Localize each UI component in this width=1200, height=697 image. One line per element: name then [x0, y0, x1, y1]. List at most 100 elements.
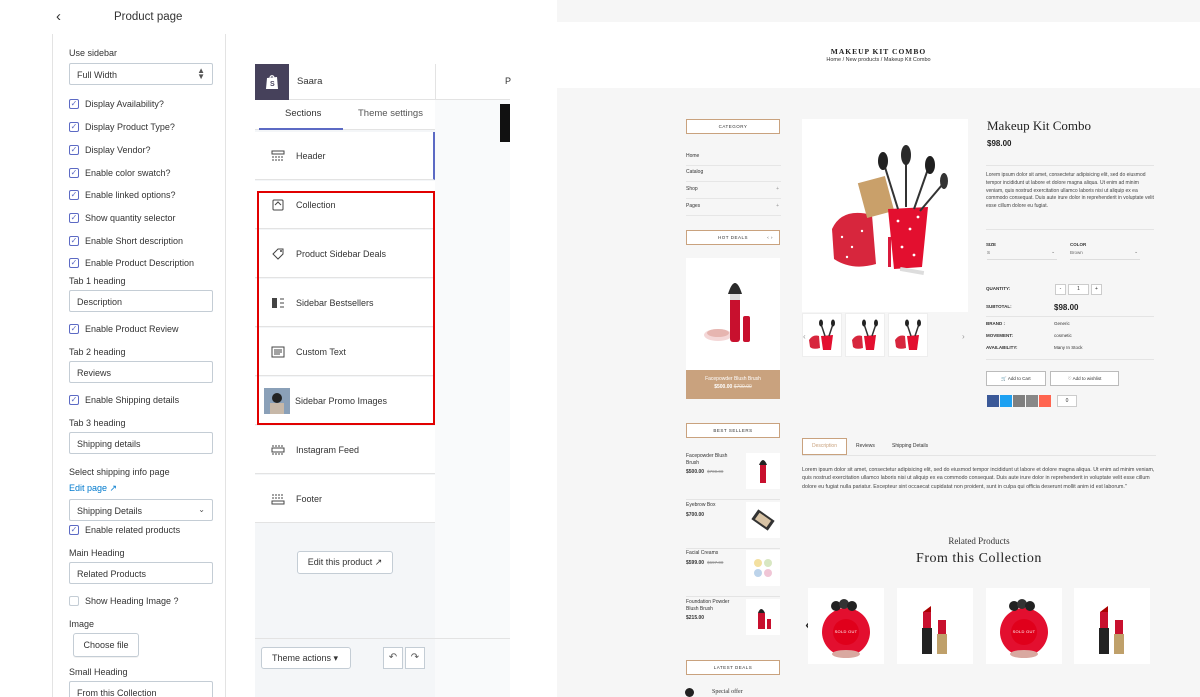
product-thumbnail[interactable] — [888, 313, 928, 357]
enable-review-checkbox[interactable]: ✓ Enable Product Review — [69, 324, 179, 334]
best-sellers-title: BEST SELLERS — [686, 423, 780, 438]
best-seller-item[interactable]: Facial Creams $599.00 $697.00 — [686, 550, 780, 597]
best-seller-item[interactable]: Foundation Powder Blush Brush $215.00 — [686, 599, 780, 643]
related-product-card[interactable]: SOLD OUT — [986, 588, 1062, 664]
category-item[interactable]: Pages + — [686, 200, 781, 216]
breadcrumb[interactable]: Home / New products / Makeup Kit Combo — [557, 57, 1200, 63]
share-plus-icon[interactable] — [1039, 395, 1051, 407]
best-seller-name: Foundation Powder Blush Brush — [686, 599, 730, 612]
chevron-left-icon[interactable]: ‹ — [56, 8, 61, 25]
add-to-cart-button[interactable]: 🛒 Add to Cart — [986, 371, 1046, 386]
theme-actions-button[interactable]: Theme actions ▾ — [261, 647, 351, 669]
main-product-image[interactable] — [802, 119, 968, 312]
tab2-heading-input[interactable]: Reviews — [69, 361, 213, 383]
product-thumbnail[interactable] — [802, 313, 842, 357]
section-item[interactable]: Custom Text — [255, 328, 435, 376]
setting-checkbox[interactable]: ✓ Display Vendor? — [69, 145, 151, 155]
tab1-heading-input[interactable]: Description — [69, 290, 213, 312]
chevron-down-icon: ⌄ — [198, 505, 205, 514]
latest-deal-name[interactable]: Special offer — [712, 689, 743, 695]
main-heading-input[interactable]: Related Products — [69, 562, 213, 584]
setting-checkbox[interactable]: ✓ Enable Short description — [69, 236, 183, 246]
setting-checkbox[interactable]: ✓ Enable color swatch? — [69, 168, 171, 178]
edit-product-button[interactable]: Edit this product ↗ — [297, 551, 393, 574]
checkbox-empty-icon: ✓ — [69, 596, 79, 606]
best-seller-item[interactable]: Facepowder Blush Brush $500.00 $700.00 — [686, 453, 780, 500]
qty-input[interactable]: 1 — [1068, 284, 1089, 295]
section-item[interactable]: Sidebar Bestsellers — [255, 279, 435, 327]
choose-file-button[interactable]: Choose file — [73, 633, 139, 657]
select-shipping-label: Select shipping info page — [69, 467, 170, 477]
tab3-heading-input[interactable]: Shipping details — [69, 432, 213, 454]
category-label: Home — [686, 153, 700, 159]
tab-description[interactable]: Description — [802, 438, 847, 455]
related-product-card[interactable] — [1074, 588, 1150, 664]
settings-title: Product page — [114, 11, 183, 23]
text-block-icon — [271, 346, 285, 358]
tab-theme-settings[interactable]: Theme settings — [358, 108, 423, 119]
print-icon[interactable] — [1013, 395, 1025, 407]
edit-page-link[interactable]: Edit page ↗ — [69, 483, 117, 494]
qty-plus-button[interactable]: + — [1091, 284, 1102, 295]
show-heading-image-checkbox[interactable]: ✓ Show Heading Image ? — [69, 596, 179, 606]
enable-related-checkbox[interactable]: ✓ Enable related products — [69, 525, 180, 535]
expand-plus-icon[interactable]: + — [776, 200, 779, 212]
best-seller-image[interactable] — [746, 550, 780, 586]
category-item[interactable]: Shop + — [686, 183, 781, 199]
hot-deal-caption[interactable]: Facepowder Blush Brush $500.00 $700.00 — [686, 370, 780, 399]
svg-text:S: S — [270, 81, 275, 88]
redo-icon[interactable]: ↷ — [405, 647, 425, 669]
best-seller-item[interactable]: Eyebrow Box $700.00 — [686, 502, 780, 549]
qty-minus-button[interactable]: - — [1055, 284, 1066, 295]
twitter-icon[interactable] — [1000, 395, 1012, 407]
setting-checkbox[interactable]: ✓ Enable Product Description — [69, 258, 194, 268]
image-label: Image — [69, 619, 95, 629]
caret-down-icon: ▾ — [333, 653, 339, 663]
best-seller-price: $500.00 — [686, 469, 705, 475]
section-item[interactable]: Sidebar Promo Images — [255, 377, 435, 425]
divider — [986, 229, 1154, 230]
shipping-page-select[interactable]: Shipping Details ⌄ — [69, 499, 213, 521]
section-item[interactable]: Collection — [255, 181, 435, 229]
tab-shipping-details[interactable]: Shipping Details — [892, 443, 928, 449]
email-icon[interactable] — [1026, 395, 1038, 407]
brand-value: Generic — [1054, 321, 1070, 326]
section-item[interactable]: Instagram Feed — [255, 426, 435, 474]
category-item[interactable]: Home — [686, 150, 781, 166]
use-sidebar-select[interactable]: Full Width ▲ ▼ — [69, 63, 213, 85]
edit-product-label: Edit this product — [307, 557, 373, 567]
color-select[interactable]: Brown ⌄ — [1070, 249, 1140, 260]
product-thumbnail[interactable] — [845, 313, 885, 357]
enable-shipping-checkbox[interactable]: ✓ Enable Shipping details — [69, 395, 179, 405]
carousel-arrows-icon[interactable]: ‹ › — [767, 231, 773, 244]
setting-checkbox[interactable]: ✓ Display Availability? — [69, 99, 164, 109]
hot-deal-image[interactable] — [686, 258, 780, 370]
size-select[interactable]: S ⌄ — [987, 249, 1057, 260]
best-seller-image[interactable] — [746, 599, 780, 635]
best-seller-image[interactable] — [746, 453, 780, 489]
category-item[interactable]: Catalog — [686, 166, 781, 182]
small-heading-input[interactable]: From this Collection — [69, 681, 213, 697]
thumb-prev-icon[interactable]: ‹ — [803, 332, 806, 341]
tab-sections[interactable]: Sections — [285, 108, 321, 119]
subtotal-label: SUBTOTAL: — [986, 304, 1012, 309]
add-to-wishlist-button[interactable]: ♡ Add to wishlist — [1050, 371, 1119, 386]
setting-checkbox[interactable]: ✓ Show quantity selector — [69, 213, 176, 223]
expand-plus-icon[interactable]: + — [776, 183, 779, 195]
tab-reviews[interactable]: Reviews — [856, 443, 875, 449]
setting-checkbox[interactable]: ✓ Display Product Type? — [69, 122, 175, 132]
shopify-bag-icon[interactable]: S — [255, 64, 289, 100]
external-link-icon: ↗ — [374, 557, 383, 567]
undo-icon[interactable]: ↶ — [383, 647, 403, 669]
best-seller-image[interactable] — [746, 502, 780, 538]
section-item[interactable]: Footer — [255, 475, 435, 523]
setting-checkbox[interactable]: ✓ Enable linked options? — [69, 190, 176, 200]
thumb-next-icon[interactable]: › — [962, 332, 965, 341]
header-layout-icon — [271, 150, 285, 162]
related-product-card[interactable]: SOLD OUT — [808, 588, 884, 664]
facebook-icon[interactable] — [987, 395, 999, 407]
section-item[interactable]: Product Sidebar Deals — [255, 230, 435, 278]
section-item[interactable]: Header — [255, 132, 435, 180]
size-label: SIZE — [986, 242, 997, 247]
related-product-card[interactable] — [897, 588, 973, 664]
